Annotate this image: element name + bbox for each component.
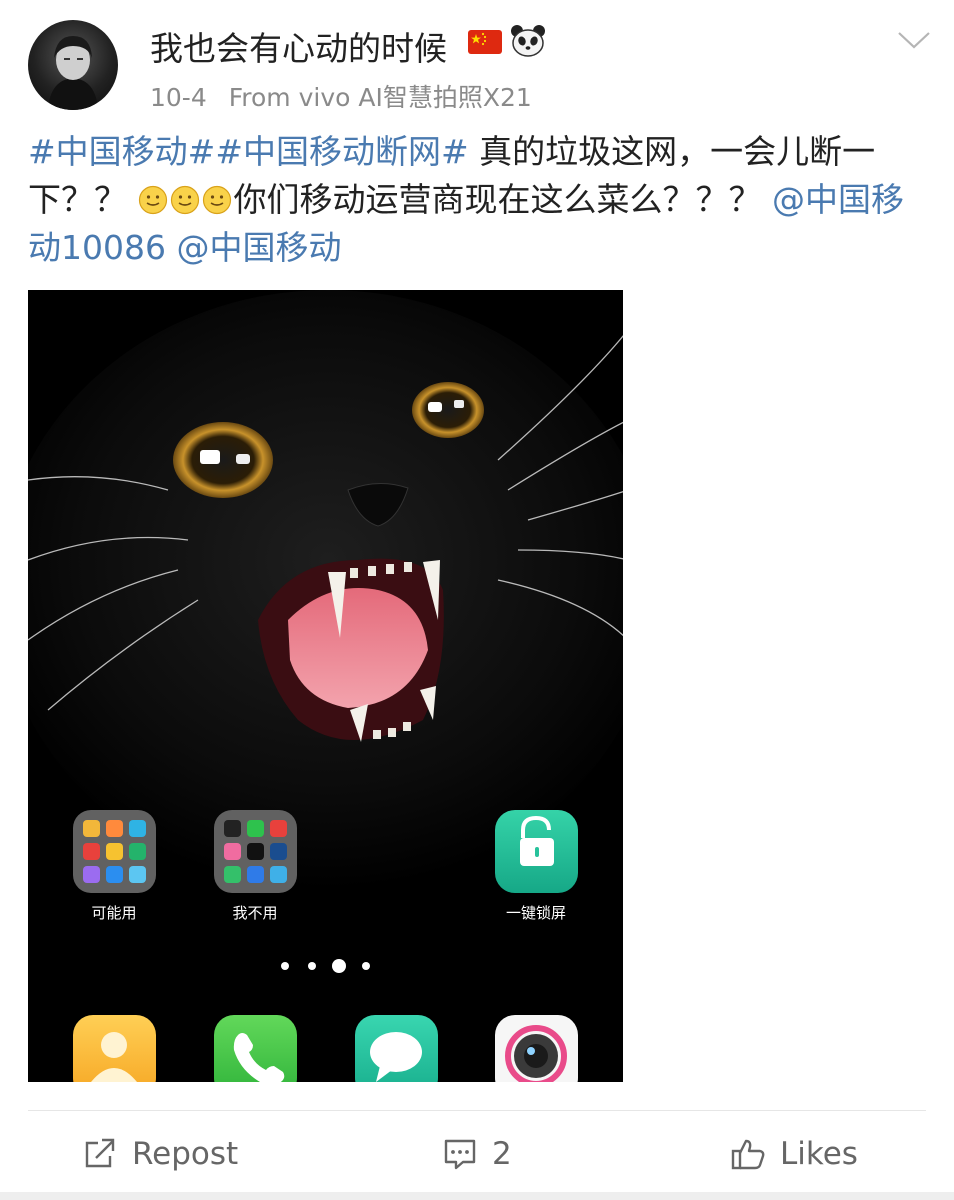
post-meta: 10-4 From vivo AI智慧拍照X21 bbox=[150, 78, 532, 114]
panda-icon bbox=[511, 25, 545, 57]
avatar[interactable] bbox=[28, 20, 118, 110]
chevron-down-icon[interactable] bbox=[896, 28, 932, 52]
post-source: From vivo AI智慧拍照X21 bbox=[228, 83, 532, 112]
smile-emoji-icon bbox=[138, 185, 167, 215]
likes-label: Likes bbox=[780, 1136, 858, 1172]
smile-emoji-icon bbox=[170, 185, 199, 215]
repost-button[interactable]: Repost bbox=[82, 1134, 238, 1174]
post-body-text: 你们移动运营商现在这么菜么？？？ bbox=[233, 180, 762, 219]
app-folder[interactable] bbox=[73, 810, 156, 893]
phone-icon[interactable] bbox=[214, 1015, 297, 1082]
contacts-icon[interactable] bbox=[73, 1015, 156, 1082]
action-bar: Repost 2 Likes bbox=[0, 1112, 954, 1192]
thumbs-up-icon bbox=[731, 1139, 765, 1170]
folder-label: 可能用 bbox=[91, 904, 136, 922]
china-flag-icon bbox=[468, 30, 502, 54]
post-date: 10-4 bbox=[150, 83, 207, 112]
messages-icon[interactable] bbox=[355, 1015, 438, 1082]
app-folder[interactable] bbox=[214, 810, 297, 893]
comment-button[interactable]: 2 bbox=[442, 1134, 512, 1174]
post-header: 我也会有心动的时候 10-4 From vivo AI智慧拍照X21 bbox=[0, 0, 954, 120]
likes-button[interactable]: Likes bbox=[730, 1134, 858, 1174]
folder-label: 我不用 bbox=[232, 904, 277, 922]
post-image[interactable]: 可能用 我不用 一键锁屏 bbox=[28, 290, 623, 1082]
comment-count: 2 bbox=[492, 1136, 512, 1172]
post-text: #中国移动##中国移动断网# 真的垃圾这网，一会儿断一下？？ 你们移动运营商现在… bbox=[28, 128, 928, 272]
repost-icon bbox=[85, 1138, 115, 1168]
divider bbox=[28, 1110, 926, 1111]
repost-label: Repost bbox=[132, 1136, 239, 1172]
lock-screen-app[interactable] bbox=[495, 810, 578, 893]
camera-icon[interactable] bbox=[495, 1015, 578, 1082]
lock-app-label: 一键锁屏 bbox=[506, 904, 566, 922]
comment-icon bbox=[444, 1139, 476, 1170]
hashtag-link[interactable]: #中国移动断网# bbox=[215, 132, 468, 171]
smile-emoji-icon bbox=[202, 185, 231, 215]
bottom-band bbox=[0, 1192, 954, 1200]
username[interactable]: 我也会有心动的时候 bbox=[150, 22, 447, 70]
mention-link[interactable]: @中国移动 bbox=[176, 228, 341, 267]
hashtag-link[interactable]: #中国移动# bbox=[28, 132, 215, 171]
